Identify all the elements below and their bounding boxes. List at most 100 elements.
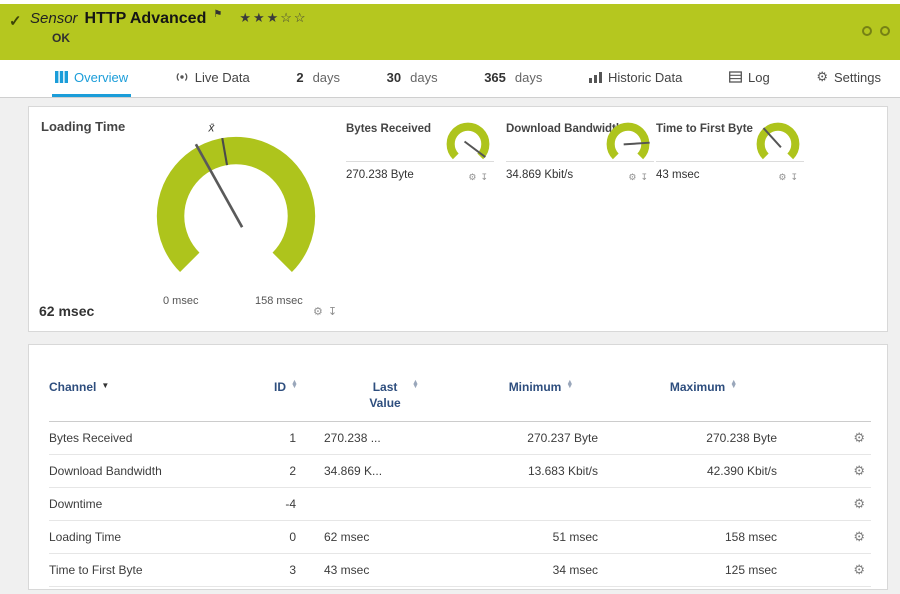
channel-id: 3 [256,553,316,588]
mini-gauge-time-to-first-byte: Time to First Byte 43 msec ⚙ ↧ [656,122,804,195]
sensor-status-text: OK [52,31,70,45]
tab-number: 30 [386,69,402,85]
gear-icon[interactable]: ⚙ [313,307,323,318]
mini-gauge-value: 270.238 Byte [346,169,414,181]
mini-gauge-label: Time to First Byte [656,123,753,135]
col-label: ID [274,380,287,394]
gear-icon: ⚙ [816,69,828,84]
loading-time-gauge: x̄ [156,122,316,273]
sort-arrows-icon: ▲ ▼ [566,379,574,391]
log-icon [729,71,742,83]
priority-flag-icon[interactable]: ⚑ [213,9,222,20]
channel-settings-gear-icon[interactable]: ⚙ [853,529,865,544]
gauge-dial [606,122,650,160]
col-header-id[interactable]: ID ▲ ▼ [256,375,316,423]
pin-icon[interactable]: ↧ [640,173,648,182]
channel-id: 0 [256,520,316,555]
tab-historic-data[interactable]: Historic Data [586,60,685,97]
col-header-maximum[interactable]: Maximum ▲ ▼ [616,375,791,423]
channel-name[interactable]: Download Bandwidth [49,454,256,489]
mini-gauge-actions: ⚙ ↧ [468,173,488,182]
live-data-icon [176,72,188,82]
priority-stars[interactable]: ★★★☆☆ [239,10,307,26]
gauge-dial [756,122,800,160]
tab-overview[interactable]: Overview [52,60,132,97]
channel-maximum [616,487,791,522]
tab-label: days [312,69,341,85]
tab-live-data[interactable]: Live Data [172,60,253,97]
sensor-title-line: Sensor HTTP Advanced ⚑ ★★★☆☆ [30,9,890,28]
tab-bar: Overview Live Data 2 days 30 days 365 da… [0,60,900,98]
channel-name[interactable]: Loading Time [49,520,256,555]
header-action-icon-2[interactable] [880,26,890,36]
col-header-channel[interactable]: Channel ▼ [49,375,256,423]
channel-settings-gear-icon[interactable]: ⚙ [853,562,865,577]
channel-last-value: 34.869 K... [316,454,466,489]
channel-table: Channel ▼ ID ▲ ▼ Last Value ▲ ▼ Minimum ▲ ▼ Max… [49,375,871,588]
app-root: ✓ Sensor HTTP Advanced ⚑ ★★★☆☆ OK Overvi… [0,0,900,590]
col-header-last-value[interactable]: Last Value ▲ ▼ [316,375,466,423]
sort-arrows-icon: ▲ ▼ [730,379,738,391]
main-gauge-max: 158 msec [255,295,303,307]
tab-label: days [514,69,543,85]
table-row[interactable]: Bytes Received 1 270.238 ... 270.237 Byt… [49,421,871,456]
tab-label: Overview [74,69,129,85]
mini-gauge-value: 34.869 Kbit/s [506,169,574,181]
bar-chart-icon [588,72,602,83]
col-label: Minimum [508,380,562,394]
pin-icon[interactable]: ↧ [790,173,798,182]
object-kind-label: Sensor [30,10,78,27]
mini-gauge-actions: ⚙ ↧ [628,173,648,182]
tab-30-days[interactable]: 30 days [384,60,441,97]
channel-name[interactable]: Downtime [49,487,256,522]
table-header-row: Channel ▼ ID ▲ ▼ Last Value ▲ ▼ Minimum ▲ ▼ Max… [49,375,871,423]
col-header-actions [791,375,871,423]
channel-settings-gear-icon[interactable]: ⚙ [853,430,865,445]
pin-icon[interactable]: ↧ [328,307,337,318]
sort-arrows-icon: ▲ ▼ [412,379,419,391]
sort-arrows-icon: ▲ ▼ [291,379,298,391]
header-actions [862,26,890,36]
gauge-dial [446,122,490,160]
table-row[interactable]: Time to First Byte 3 43 msec 34 msec 125… [49,553,871,588]
tab-label: Live Data [194,69,250,85]
header-action-icon-1[interactable] [862,26,872,36]
channel-settings-gear-icon[interactable]: ⚙ [853,496,865,511]
channel-name[interactable]: Bytes Received [49,421,256,456]
mini-gauge-value: 43 msec [656,169,700,181]
tab-2-days[interactable]: 2 days [293,60,343,97]
table-row[interactable]: Downtime -4 ⚙ [49,487,871,522]
main-gauge-label: Loading Time [41,119,126,134]
channel-maximum: 158 msec [616,520,791,555]
gear-icon[interactable]: ⚙ [468,173,476,182]
channel-maximum: 42.390 Kbit/s [616,454,791,489]
main-gauge-value: 62 msec [39,303,95,319]
tab-365-days[interactable]: 365 days [481,60,545,97]
gear-icon[interactable]: ⚙ [628,173,636,182]
channel-name[interactable]: Time to First Byte [49,553,256,588]
tab-settings[interactable]: ⚙ Settings [813,60,884,97]
sensor-status-bar: ✓ Sensor HTTP Advanced ⚑ ★★★☆☆ OK [0,4,900,60]
gear-icon[interactable]: ⚙ [778,173,786,182]
channel-id: 1 [256,421,316,456]
col-header-minimum[interactable]: Minimum ▲ ▼ [466,375,616,423]
channel-id: 2 [256,454,316,489]
channel-last-value: 62 msec [316,520,466,555]
channel-last-value [316,487,466,522]
channel-settings-gear-icon[interactable]: ⚙ [853,463,865,478]
pin-icon[interactable]: ↧ [480,173,488,182]
channel-table-panel: Channel ▼ ID ▲ ▼ Last Value ▲ ▼ Minimum ▲ ▼ Max… [28,344,888,590]
mini-gauge-download-bandwidth: Download Bandwidth 34.869 Kbit/s ⚙ ↧ [506,122,654,195]
table-row[interactable]: Loading Time 0 62 msec 51 msec 158 msec … [49,520,871,555]
mini-gauge-label: Bytes Received [346,123,432,135]
tab-log[interactable]: Log [726,60,773,97]
table-row[interactable]: Download Bandwidth 2 34.869 K... 13.683 … [49,454,871,489]
channel-maximum: 125 msec [616,553,791,588]
overview-icon [55,71,68,83]
col-label: Maximum [669,380,726,394]
tab-label: Historic Data [607,69,683,85]
channel-minimum: 13.683 Kbit/s [466,454,616,489]
status-check-icon: ✓ [9,13,22,30]
channel-id: -4 [256,487,316,522]
channel-minimum: 34 msec [466,553,616,588]
